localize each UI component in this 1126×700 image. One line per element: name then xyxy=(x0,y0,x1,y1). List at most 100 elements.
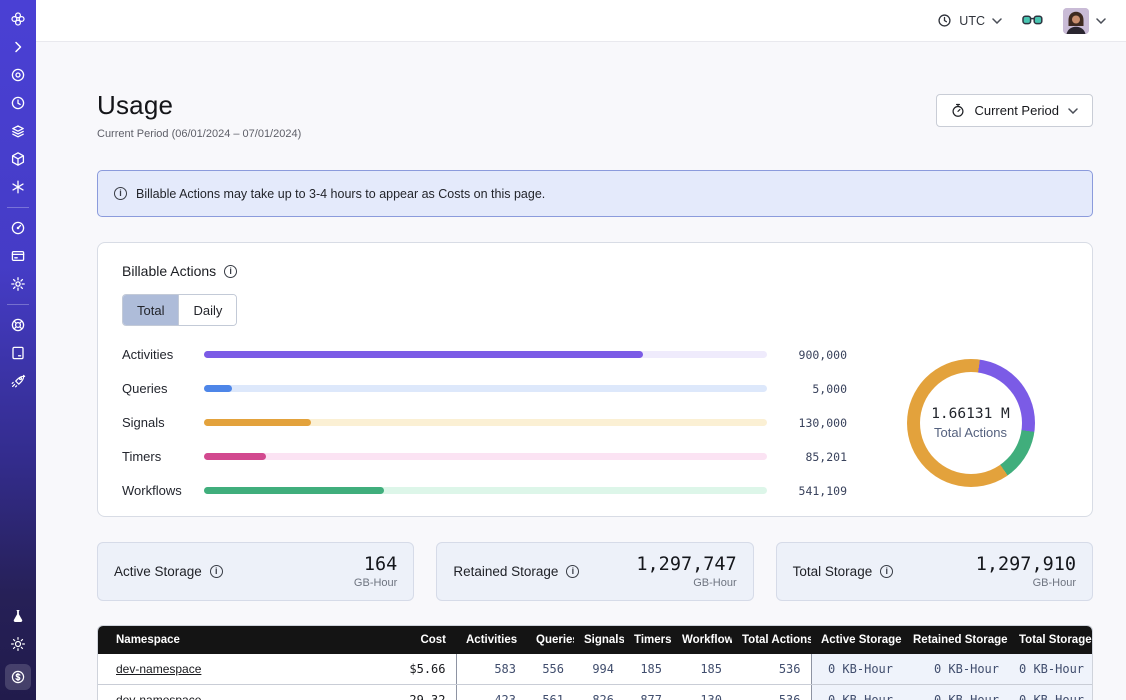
labs-flask-icon[interactable] xyxy=(10,608,26,624)
billing-card-icon[interactable] xyxy=(10,248,26,264)
bar-row: Timers 85,201 xyxy=(122,449,847,464)
col-activities: Activities xyxy=(456,626,526,654)
cell-total-storage: 0 KB-Hour xyxy=(1009,685,1093,700)
bar-label: Timers xyxy=(122,449,190,464)
timezone-selector[interactable]: UTC xyxy=(937,13,1002,28)
col-namespace: Namespace xyxy=(98,626,368,654)
bar-label: Activities xyxy=(122,347,190,362)
billable-actions-title: Billable Actions xyxy=(122,263,216,279)
donut-total-label: Total Actions xyxy=(934,425,1007,440)
col-workflows: Workflows xyxy=(672,626,732,654)
namespace-link[interactable]: dev-namespace xyxy=(116,693,201,700)
cell-namespace: dev-namespace xyxy=(98,685,368,700)
bar-value: 85,201 xyxy=(781,450,847,464)
bar-track xyxy=(204,385,767,392)
cell-workflows: 185 xyxy=(672,654,732,685)
bar-track xyxy=(204,351,767,358)
collapse-chevron-icon[interactable] xyxy=(10,39,26,55)
topbar: UTC xyxy=(36,0,1126,42)
cell-total-actions: 536 xyxy=(732,685,811,700)
retained-storage-label: Retained Storage xyxy=(453,564,558,579)
bar-fill xyxy=(204,453,266,460)
actions-donut-chart: 1.66131 M Total Actions xyxy=(873,359,1068,487)
bar-label: Queries xyxy=(122,381,190,396)
sidebar-divider xyxy=(7,304,29,305)
active-storage-value: 164 xyxy=(354,554,397,575)
active-storage-label: Active Storage xyxy=(114,564,202,579)
table-row: dev-namespace$5.665835569941851855360 KB… xyxy=(98,654,1093,685)
col-signals: Signals xyxy=(574,626,624,654)
bar-value: 130,000 xyxy=(781,416,847,430)
col-queries: Queries xyxy=(526,626,574,654)
avatar xyxy=(1063,8,1089,34)
retained-storage-unit: GB-Hour xyxy=(636,577,736,589)
total-storage-label: Total Storage xyxy=(793,564,873,579)
retained-storage-card: Retained Storage 1,297,747 GB-Hour xyxy=(436,542,753,601)
goggles-icon[interactable] xyxy=(1022,14,1043,27)
settings-gear-icon[interactable] xyxy=(10,276,26,292)
cell-signals: 994 xyxy=(574,654,624,685)
bar-value: 5,000 xyxy=(781,382,847,396)
theme-sun-icon[interactable] xyxy=(10,636,26,652)
profile-menu[interactable] xyxy=(1063,8,1106,34)
total-storage-value: 1,297,910 xyxy=(976,554,1076,575)
info-icon[interactable] xyxy=(566,565,579,578)
active-storage-card: Active Storage 164 GB-Hour xyxy=(97,542,414,601)
cell-workflows: 130 xyxy=(672,685,732,700)
bar-value: 541,109 xyxy=(781,484,847,498)
usage-gauge-icon[interactable] xyxy=(10,220,26,236)
cube-icon[interactable] xyxy=(10,151,26,167)
bar-track xyxy=(204,419,767,426)
cell-timers: 185 xyxy=(624,654,672,685)
info-icon[interactable] xyxy=(880,565,893,578)
bar-value: 900,000 xyxy=(781,348,847,362)
cell-timers: 877 xyxy=(624,685,672,700)
support-lifebuoy-icon[interactable] xyxy=(10,317,26,333)
actions-bar-chart: Activities 900,000 Queries 5,000 Signals 130,… xyxy=(122,347,873,498)
bar-row: Signals 130,000 xyxy=(122,415,847,430)
cell-activities: 423 xyxy=(456,685,526,700)
timezone-label: UTC xyxy=(959,14,985,28)
clock-icon xyxy=(937,13,952,28)
bar-fill xyxy=(204,351,643,358)
asterisk-icon[interactable] xyxy=(10,179,26,195)
billable-actions-card: Billable Actions Total Daily Activities 9… xyxy=(97,242,1093,517)
history-clock-icon[interactable] xyxy=(10,95,26,111)
bar-fill xyxy=(204,385,232,392)
usage-dollar-icon[interactable] xyxy=(5,664,31,690)
table-header-row: Namespace Cost Activities Queries Signal… xyxy=(98,626,1093,654)
tab-total[interactable]: Total xyxy=(123,295,178,325)
period-button-label: Current Period xyxy=(974,103,1059,118)
table-row: dev-namespace29.324235618268771305360 KB… xyxy=(98,685,1093,700)
page-title: Usage xyxy=(97,90,301,121)
sidebar-divider xyxy=(7,207,29,208)
temporal-logo-icon[interactable] xyxy=(10,11,26,27)
col-cost: Cost xyxy=(368,626,456,654)
bar-track xyxy=(204,453,767,460)
docs-book-icon[interactable] xyxy=(10,345,26,361)
sidebar xyxy=(0,0,36,700)
cell-cost: 29.32 xyxy=(368,685,456,700)
col-timers: Timers xyxy=(624,626,672,654)
view-toggle: Total Daily xyxy=(122,294,237,326)
info-icon xyxy=(114,187,127,200)
donut-ring: 1.66131 M Total Actions xyxy=(907,359,1035,487)
bar-row: Workflows541,109 xyxy=(122,483,847,498)
col-active-storage: Active Storage xyxy=(811,626,903,654)
bar-label: Signals xyxy=(122,415,190,430)
namespaces-spiral-icon[interactable] xyxy=(10,67,26,83)
bar-row: Queries 5,000 xyxy=(122,381,847,396)
col-total-storage: Total Storage xyxy=(1009,626,1093,654)
period-selector-button[interactable]: Current Period xyxy=(936,94,1093,127)
layers-icon[interactable] xyxy=(10,123,26,139)
bar-track xyxy=(204,487,767,494)
retained-storage-value: 1,297,747 xyxy=(636,554,736,575)
info-icon[interactable] xyxy=(210,565,223,578)
chevron-down-icon xyxy=(1096,18,1106,24)
info-banner: Billable Actions may take up to 3-4 hour… xyxy=(97,170,1093,217)
info-icon[interactable] xyxy=(224,265,237,278)
rocket-icon[interactable] xyxy=(10,373,26,389)
bar-fill xyxy=(204,487,384,494)
tab-daily[interactable]: Daily xyxy=(178,295,236,325)
namespace-link[interactable]: dev-namespace xyxy=(116,662,201,676)
